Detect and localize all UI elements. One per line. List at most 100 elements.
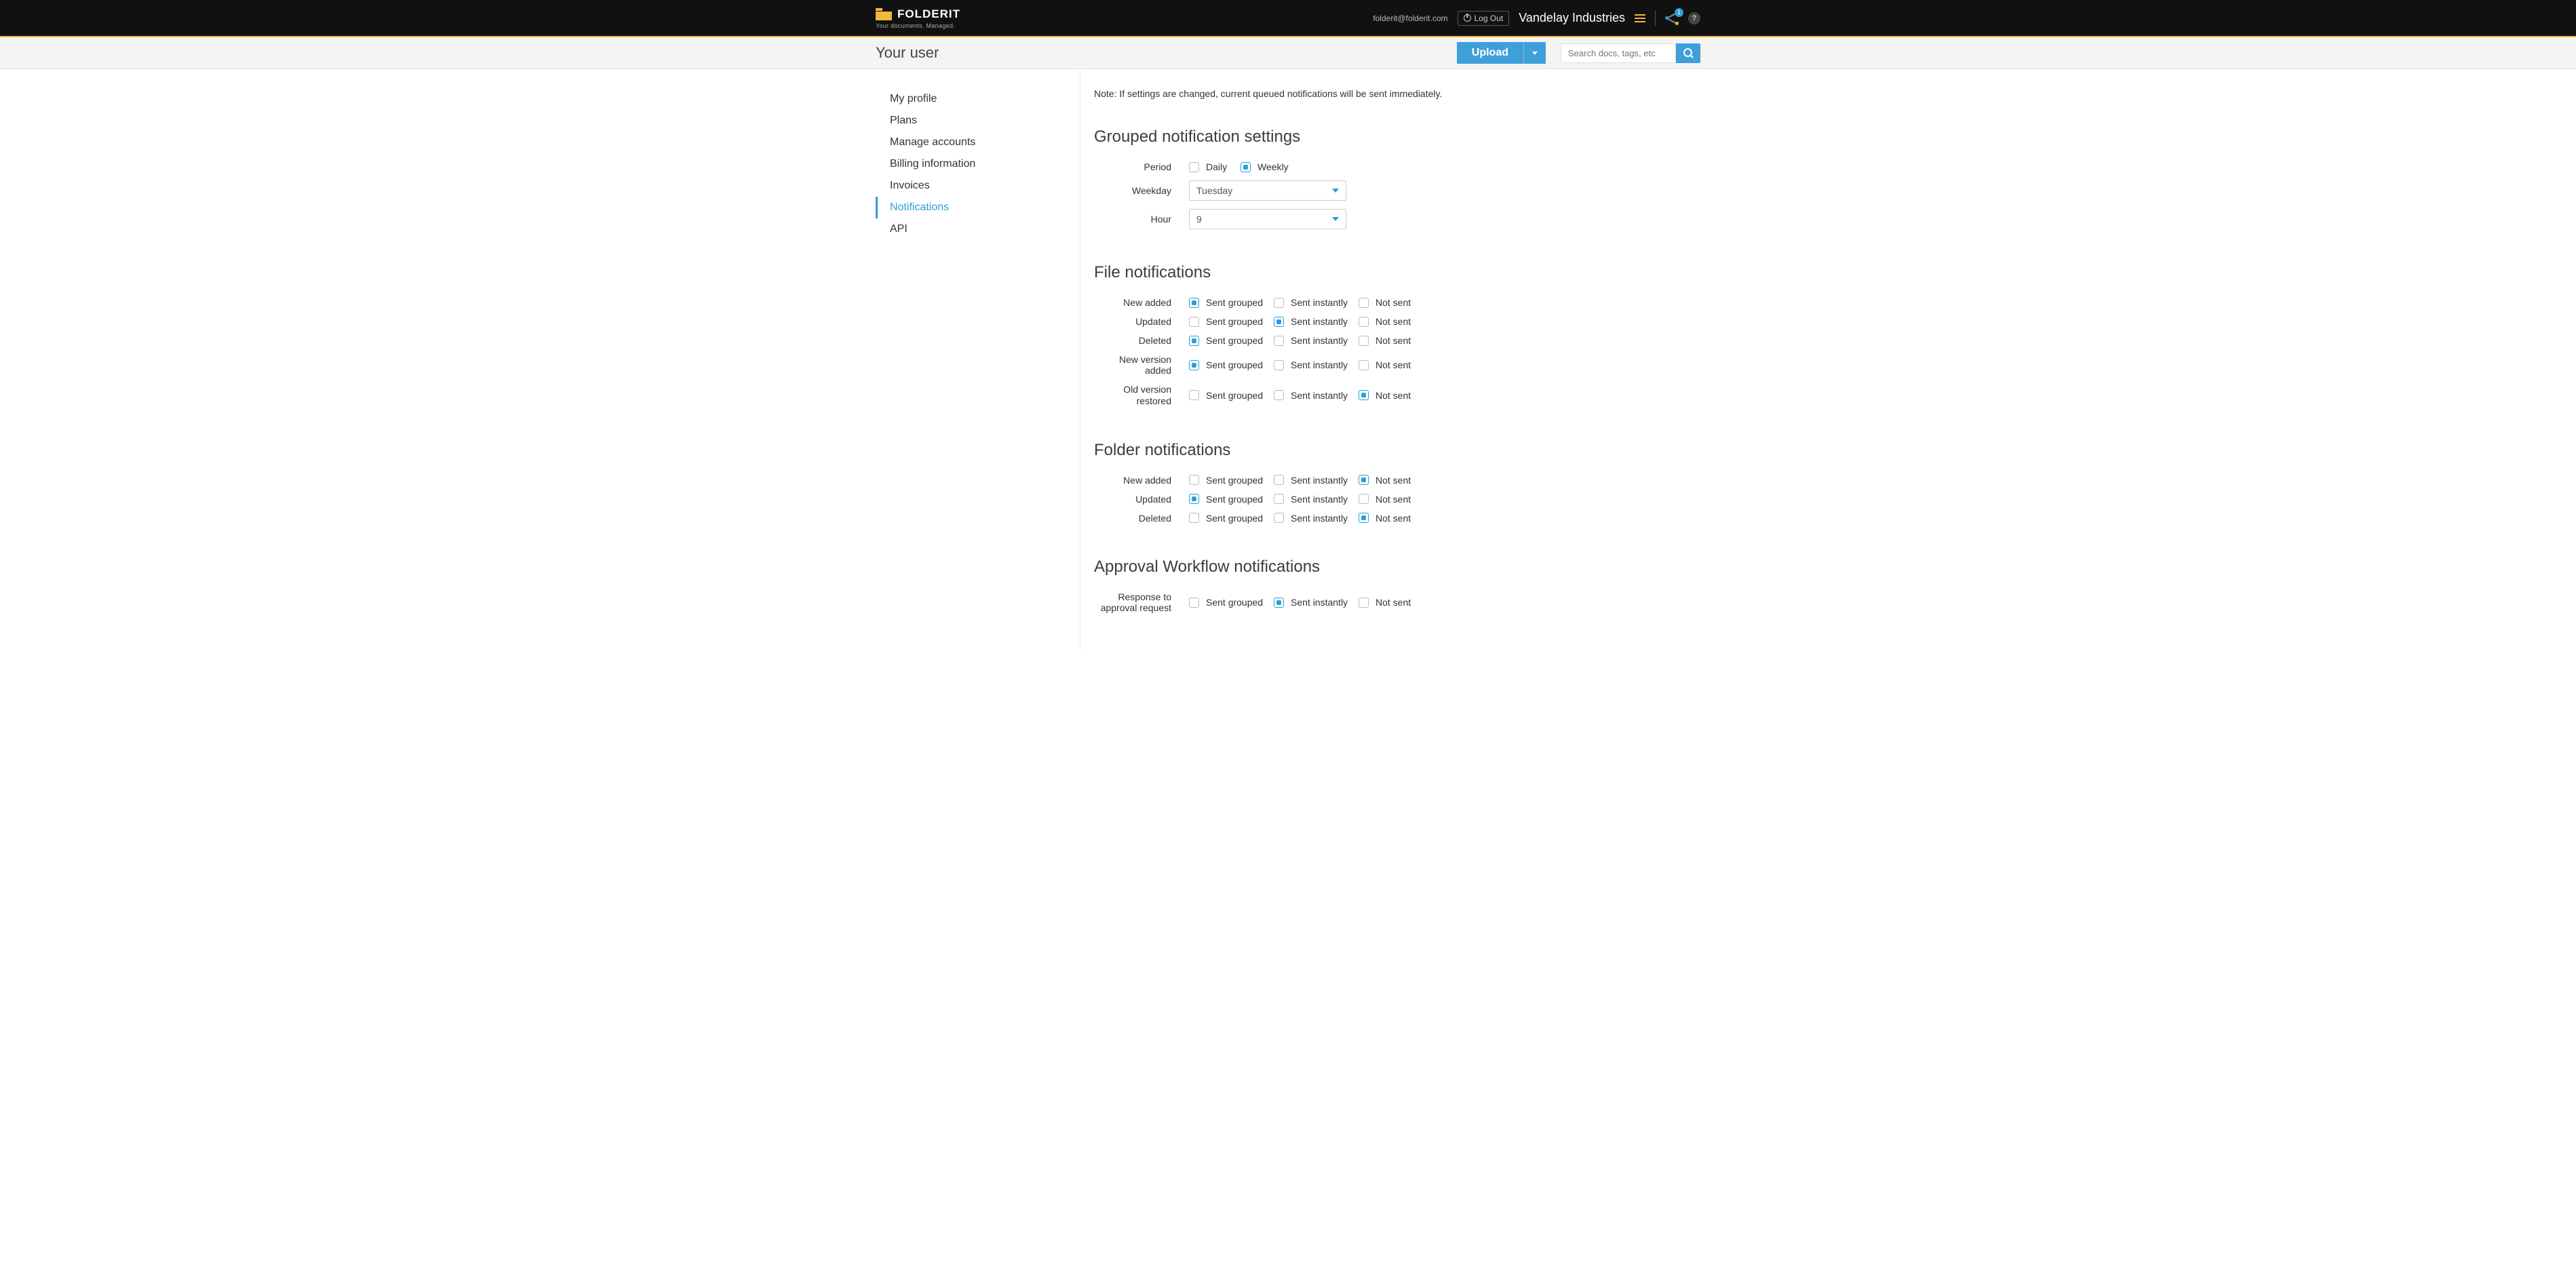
chevron-down-icon: [1332, 217, 1339, 221]
section-title-folder: Folder notifications: [1094, 441, 1700, 460]
caret-down-icon: [1532, 52, 1538, 55]
radio-box: [1359, 475, 1369, 485]
file-row: New addedSent groupedSent instantlyNot s…: [1094, 297, 1700, 308]
radio-label: Not sent: [1375, 297, 1411, 308]
folder-row-label: Updated: [1094, 494, 1189, 505]
tagline: Your documents. Managed.: [876, 22, 960, 29]
account-email: folderit@folderit.com: [1373, 14, 1447, 23]
folder-option-notsent[interactable]: Not sent: [1359, 494, 1443, 505]
folder-icon: [876, 8, 892, 20]
file-option-grouped[interactable]: Sent grouped: [1189, 335, 1274, 346]
radio-label: Sent grouped: [1206, 359, 1263, 370]
hamburger-icon[interactable]: [1635, 14, 1645, 22]
radio-box: [1359, 390, 1369, 400]
file-option-instant[interactable]: Sent instantly: [1274, 359, 1359, 370]
file-option-grouped[interactable]: Sent grouped: [1189, 390, 1274, 401]
help-button[interactable]: ?: [1688, 12, 1700, 24]
folder-option-notsent[interactable]: Not sent: [1359, 513, 1443, 524]
approval-row-label: Response to approval request: [1094, 591, 1189, 615]
share-button[interactable]: 1: [1665, 12, 1679, 25]
sidebar-item-billing-information[interactable]: Billing information: [876, 153, 1080, 175]
folder-option-grouped[interactable]: Sent grouped: [1189, 513, 1274, 524]
radio-label: Sent grouped: [1206, 475, 1263, 486]
file-option-notsent[interactable]: Not sent: [1359, 335, 1443, 346]
radio-label: Sent instantly: [1291, 494, 1348, 505]
folder-option-grouped[interactable]: Sent grouped: [1189, 494, 1274, 505]
folder-row: UpdatedSent grouped Sent instantly Not sen…: [1094, 494, 1700, 505]
sidebar-item-my-profile[interactable]: My profile: [876, 88, 1080, 110]
section-title-grouped: Grouped notification settings: [1094, 128, 1700, 147]
hour-select[interactable]: 9: [1189, 209, 1346, 229]
period-daily[interactable]: Daily: [1189, 161, 1241, 172]
file-option-notsent[interactable]: Not sent: [1359, 316, 1443, 327]
file-row-label: New version added: [1094, 354, 1189, 376]
file-option-grouped[interactable]: Sent grouped: [1189, 359, 1274, 370]
file-option-instant[interactable]: Sent instantly: [1274, 297, 1359, 308]
upload-button[interactable]: Upload: [1457, 42, 1523, 64]
power-icon: [1464, 14, 1471, 22]
sidebar: My profilePlansManage accountsBilling in…: [876, 69, 1080, 649]
share-badge: 1: [1675, 8, 1683, 17]
file-option-grouped[interactable]: Sent grouped: [1189, 297, 1274, 308]
radio-label: Sent grouped: [1206, 335, 1263, 346]
radio-label: Sent instantly: [1291, 513, 1348, 524]
logo-block[interactable]: FOLDERIT Your documents. Managed.: [876, 7, 960, 29]
radio-box: [1189, 336, 1199, 346]
section-title-file: File notifications: [1094, 263, 1700, 282]
period-weekly[interactable]: Weekly: [1241, 161, 1325, 172]
approval-option-grouped[interactable]: Sent grouped: [1189, 597, 1274, 608]
folder-option-instant[interactable]: Sent instantly: [1274, 513, 1359, 524]
file-option-instant[interactable]: Sent instantly: [1274, 335, 1359, 346]
search-icon: [1683, 48, 1693, 58]
file-option-grouped[interactable]: Sent grouped: [1189, 316, 1274, 327]
radio-label: Sent instantly: [1291, 335, 1348, 346]
radio-box: [1359, 513, 1369, 523]
upload-dropdown[interactable]: [1523, 42, 1546, 64]
daily-label: Daily: [1206, 161, 1227, 172]
folder-option-instant[interactable]: Sent instantly: [1274, 475, 1359, 486]
weekday-value: Tuesday: [1196, 185, 1232, 196]
radio-box: [1189, 598, 1199, 608]
folder-option-instant[interactable]: Sent instantly: [1274, 494, 1359, 505]
radio-box: [1359, 598, 1369, 608]
file-option-notsent[interactable]: Not sent: [1359, 390, 1443, 401]
file-row: UpdatedSent groupedSent instantlyNot sen…: [1094, 316, 1700, 327]
file-option-instant[interactable]: Sent instantly: [1274, 390, 1359, 401]
folder-row-label: New added: [1094, 475, 1189, 486]
sidebar-item-plans[interactable]: Plans: [876, 110, 1080, 132]
hour-label: Hour: [1094, 214, 1189, 225]
sidebar-item-manage-accounts[interactable]: Manage accounts: [876, 132, 1080, 153]
radio-box: [1274, 298, 1284, 308]
logout-button[interactable]: Log Out: [1458, 11, 1510, 26]
approval-option-instant[interactable]: Sent instantly: [1274, 597, 1359, 608]
weekly-label: Weekly: [1257, 161, 1289, 172]
radio-box: [1189, 494, 1199, 504]
search-input[interactable]: [1561, 43, 1676, 63]
radio-label: Sent instantly: [1291, 316, 1348, 327]
file-option-notsent[interactable]: Not sent: [1359, 297, 1443, 308]
sidebar-item-invoices[interactable]: Invoices: [876, 175, 1080, 197]
file-option-notsent[interactable]: Not sent: [1359, 359, 1443, 370]
sidebar-item-api[interactable]: API: [876, 218, 1080, 240]
search-button[interactable]: [1676, 43, 1700, 63]
folder-row-label: Deleted: [1094, 513, 1189, 524]
weekday-row: Weekday Tuesday: [1094, 180, 1700, 201]
radio-box: [1359, 494, 1369, 504]
radio-label: Not sent: [1375, 494, 1411, 505]
folder-option-grouped[interactable]: Sent grouped: [1189, 475, 1274, 486]
file-option-instant[interactable]: Sent instantly: [1274, 316, 1359, 327]
content: Note: If settings are changed, current q…: [1080, 69, 1700, 649]
folder-option-notsent[interactable]: Not sent: [1359, 475, 1443, 486]
radio-box: [1274, 360, 1284, 370]
radio-box: [1274, 336, 1284, 346]
file-row-label: Old version restored: [1094, 384, 1189, 407]
weekday-select[interactable]: Tuesday: [1189, 180, 1346, 201]
sidebar-item-notifications[interactable]: Notifications: [876, 197, 1080, 218]
note-text: Note: If settings are changed, current q…: [1094, 88, 1700, 99]
radio-box: [1189, 360, 1199, 370]
radio-label: Sent grouped: [1206, 513, 1263, 524]
approval-option-notsent[interactable]: Not sent: [1359, 597, 1443, 608]
logout-label: Log Out: [1475, 14, 1504, 23]
radio-label: Sent instantly: [1291, 475, 1348, 486]
radio-label: Sent instantly: [1291, 297, 1348, 308]
